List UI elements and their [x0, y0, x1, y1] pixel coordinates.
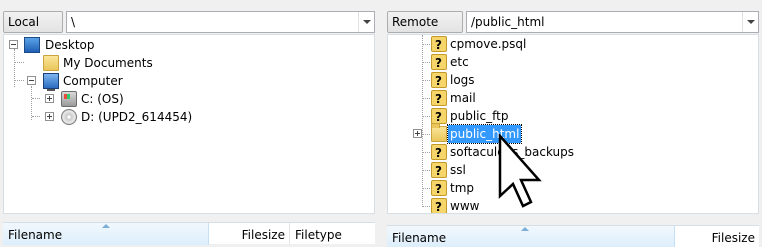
- column-header-label: Filesize: [711, 231, 755, 245]
- tree-node-label[interactable]: Desktop: [43, 36, 97, 54]
- chevron-down-icon[interactable]: [358, 12, 374, 32]
- remote-tree-item[interactable]: mail: [388, 89, 688, 108]
- tree-node-label[interactable]: D: (UPD2_614454): [79, 108, 194, 126]
- sort-ascending-icon: [521, 227, 529, 231]
- column-header-label: Filetype: [295, 228, 342, 242]
- unknown-icon: [431, 180, 447, 198]
- column-header-filetype[interactable]: Filetype: [290, 223, 375, 245]
- local-site-path-value[interactable]: \: [71, 15, 75, 29]
- remote-tree-item-label[interactable]: public_ftp: [448, 107, 510, 125]
- unknown-icon: [431, 90, 447, 108]
- tree-node-computer[interactable]: Computer: [4, 72, 204, 91]
- sort-ascending-icon: [102, 224, 110, 228]
- local-file-list-header: Filename Filesize Filetype: [3, 222, 375, 245]
- unknown-icon: [431, 54, 447, 72]
- desktop-icon: [24, 37, 40, 53]
- computer-icon: [43, 73, 59, 91]
- expand-icon[interactable]: [413, 129, 422, 138]
- documents-folder-icon: [43, 55, 59, 71]
- tree-node-desktop[interactable]: Desktop: [4, 36, 204, 54]
- remote-site-path-value[interactable]: /public_html: [471, 15, 544, 29]
- remote-tree-item-label[interactable]: logs: [448, 71, 477, 89]
- optical-drive-icon: [61, 109, 77, 125]
- collapse-icon[interactable]: [27, 76, 36, 85]
- unknown-icon: [431, 36, 447, 54]
- expand-icon[interactable]: [45, 112, 54, 121]
- tree-node-drive-c[interactable]: C: (OS): [4, 90, 224, 108]
- remote-site-pane: Remote site: /public_html cpmove.psql et…: [384, 0, 762, 247]
- unknown-icon: [431, 144, 447, 162]
- unknown-icon: [431, 72, 447, 90]
- column-header-filename[interactable]: Filename: [3, 223, 209, 245]
- remote-tree-item[interactable]: logs: [388, 71, 688, 90]
- local-site-pane: Local site: \ Desktop My Documents Compu…: [0, 0, 378, 247]
- mouse-pointer-icon: [498, 134, 542, 208]
- remote-directory-tree[interactable]: cpmove.psql etc logs mail public_ftp pub…: [387, 34, 759, 214]
- tree-node-label[interactable]: Computer: [61, 72, 125, 90]
- remote-tree-item-label[interactable]: cpmove.psql: [448, 35, 528, 53]
- tree-node-drive-d[interactable]: D: (UPD2_614454): [4, 108, 264, 126]
- remote-tree-item-label[interactable]: etc: [448, 53, 471, 71]
- column-header-filename[interactable]: Filename: [387, 226, 675, 247]
- remote-tree-item[interactable]: cpmove.psql: [388, 35, 688, 54]
- hard-drive-icon: [61, 91, 77, 107]
- column-header-label: Filename: [8, 228, 63, 242]
- unknown-icon: [431, 108, 447, 126]
- remote-site-bar: Remote site: /public_html: [384, 9, 762, 49]
- column-header-label: Filesize: [241, 228, 285, 242]
- unknown-icon: [431, 198, 447, 213]
- column-header-filesize[interactable]: Filesize: [209, 223, 290, 245]
- remote-tree-item[interactable]: etc: [388, 53, 688, 72]
- tree-node-my-documents[interactable]: My Documents: [4, 54, 204, 72]
- chevron-down-icon[interactable]: [742, 12, 758, 32]
- column-header-filesize[interactable]: Filesize: [675, 226, 759, 247]
- local-site-bar: Local site: \: [0, 9, 378, 49]
- folder-icon: [431, 123, 447, 142]
- tree-node-label[interactable]: My Documents: [61, 54, 155, 72]
- remote-file-list-header: Filename Filesize: [387, 225, 759, 247]
- remote-tree-item-label[interactable]: mail: [448, 89, 478, 107]
- local-directory-tree[interactable]: Desktop My Documents Computer C: (OS) D:…: [3, 34, 375, 214]
- remote-site-path-combo[interactable]: /public_html: [466, 11, 759, 33]
- tree-node-label[interactable]: C: (OS): [79, 90, 126, 108]
- remote-tree-item-label[interactable]: www: [448, 197, 481, 213]
- expand-icon[interactable]: [45, 94, 54, 103]
- remote-tree-item-label[interactable]: ssl: [448, 161, 468, 179]
- collapse-icon[interactable]: [9, 40, 18, 49]
- unknown-icon: [431, 162, 447, 180]
- column-header-label: Filename: [392, 231, 447, 245]
- local-site-label: Local site:: [3, 11, 63, 49]
- remote-tree-item-label[interactable]: tmp: [448, 179, 476, 197]
- remote-site-label: Remote site:: [387, 11, 463, 49]
- local-site-path-combo[interactable]: \: [66, 11, 375, 33]
